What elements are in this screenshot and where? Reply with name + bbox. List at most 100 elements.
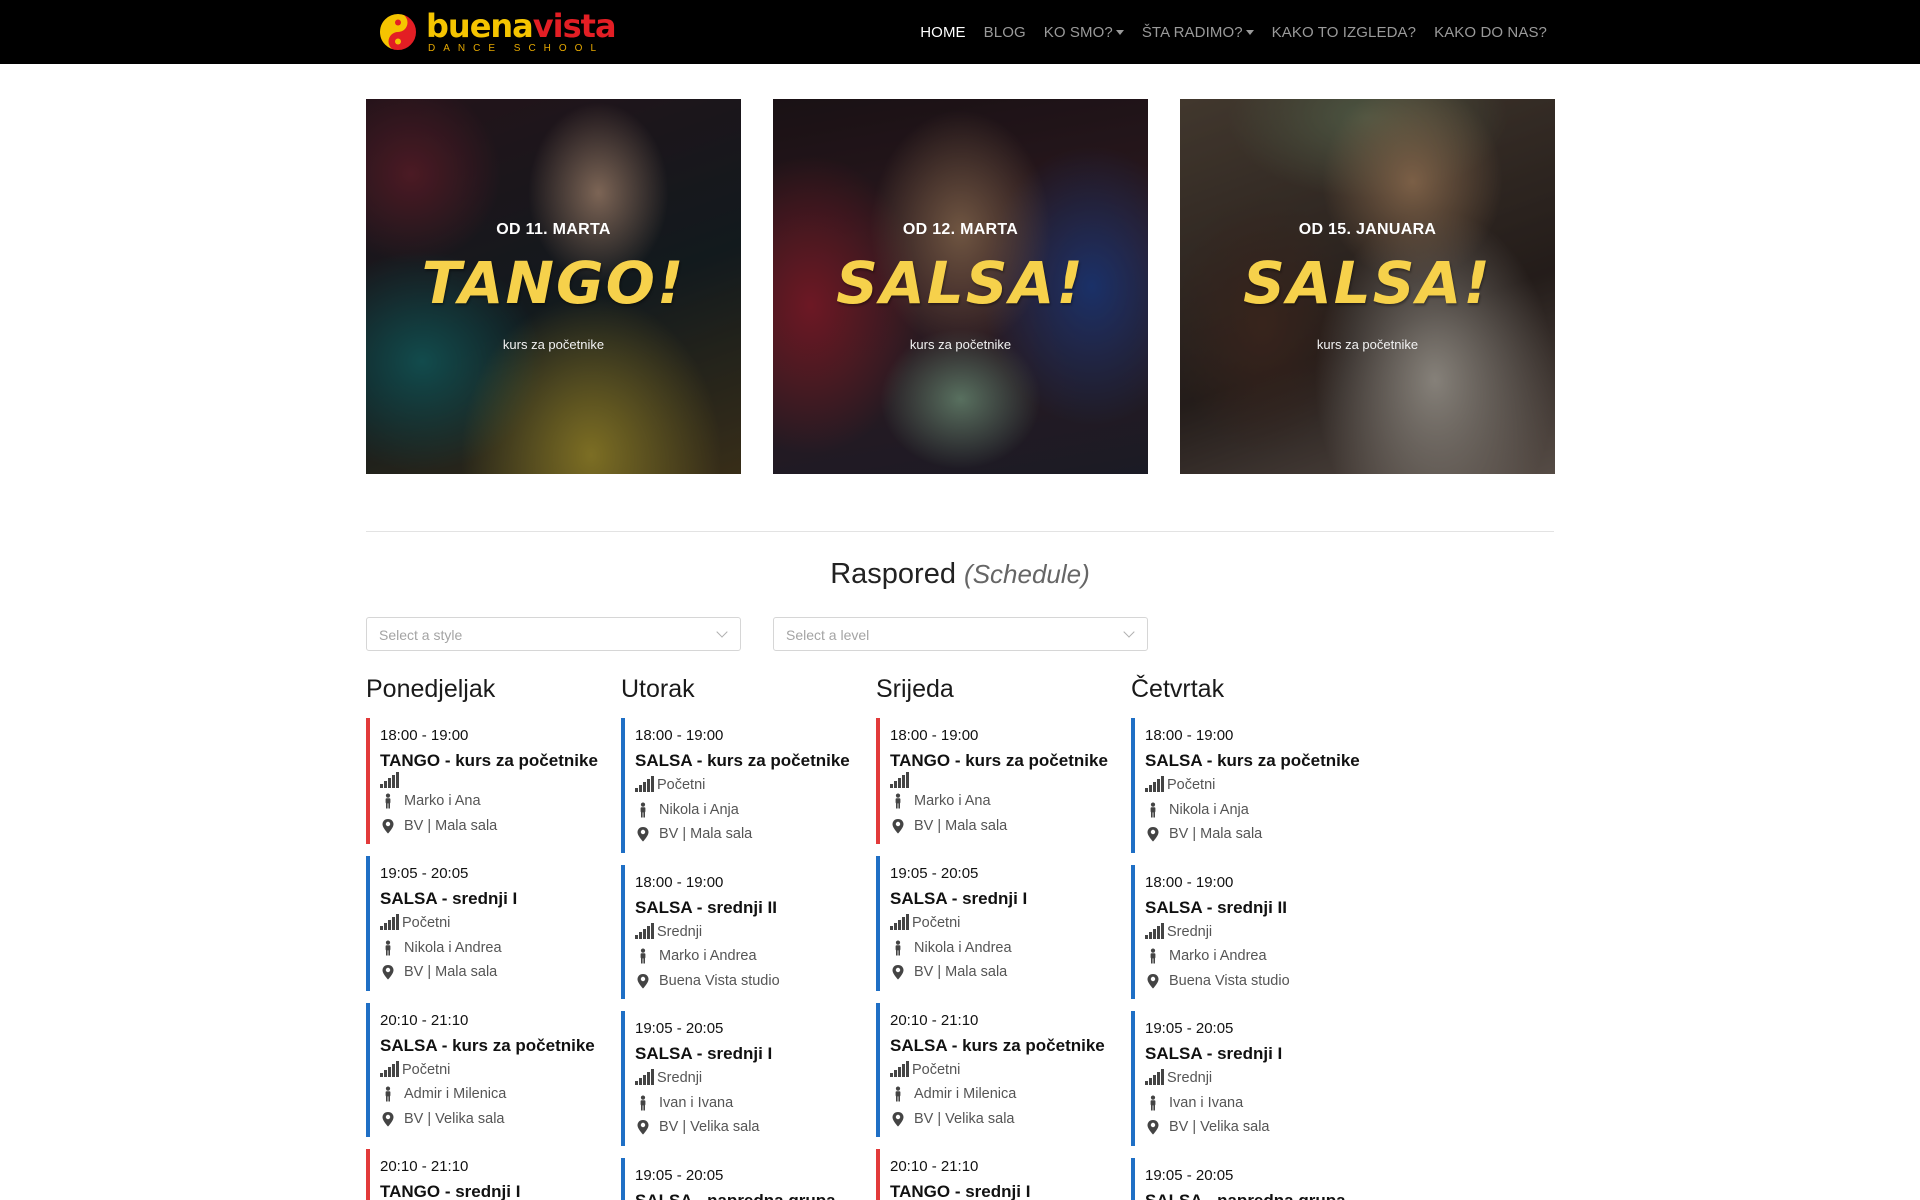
class-name: SALSA - napredna grupa <box>1145 1190 1346 1200</box>
day-column-srijeda: Srijeda 18:00 - 19:00 TANGO - kurs za poče… <box>876 672 1116 1200</box>
class-name: SALSA - kurs za početnike <box>380 1035 595 1055</box>
class-instructors-label: Ivan i Ivana <box>1169 1094 1244 1111</box>
class-level-label: Srednji <box>657 923 703 940</box>
class-card[interactable]: 20:10 - 21:10 TANGO - srednji I <box>876 1149 1116 1200</box>
class-level: Početni <box>380 911 606 936</box>
person-icon <box>380 793 396 809</box>
level-select-placeholder: Select a level <box>786 627 870 643</box>
class-instructors-label: Marko i Andrea <box>659 948 757 964</box>
map-pin-icon <box>635 1119 651 1135</box>
class-instructors-label: Marko i Ana <box>914 793 991 809</box>
style-select[interactable]: Select a style <box>366 617 741 651</box>
chevron-down-icon <box>1123 626 1135 638</box>
class-card[interactable]: 19:05 - 20:05 SALSA - srednji I Početni Nik… <box>366 856 606 991</box>
class-instructors: Nikola i Anja <box>1145 798 1371 823</box>
class-location-label: BV | Mala sala <box>659 826 753 842</box>
class-level: Početni <box>380 1058 606 1083</box>
class-level: Početni <box>1145 773 1371 798</box>
nav-item-kako-to-izgleda[interactable]: KAKO TO IZGLEDA? <box>1272 24 1416 41</box>
class-time: 19:05 - 20:05 <box>1145 1166 1234 1184</box>
person-icon <box>1145 948 1161 964</box>
nav-item-kako-do-nas[interactable]: KAKO DO NAS? <box>1434 24 1547 41</box>
map-pin-icon <box>890 964 906 980</box>
person-icon <box>380 1086 396 1102</box>
day-column-ponedjeljak: Ponedjeljak 18:00 - 19:00 TANGO - kurs za … <box>366 672 606 1200</box>
class-level: Srednji <box>1145 920 1371 945</box>
class-time: 18:00 - 19:00 <box>635 727 724 744</box>
promo-title: TANGO! <box>421 249 686 317</box>
class-card[interactable]: 20:10 - 21:10 TANGO - srednji I <box>366 1149 606 1200</box>
class-instructors: Marko i Ana <box>890 789 1116 814</box>
class-location: BV | Mala sala <box>635 822 861 847</box>
class-card[interactable]: 19:05 - 20:05 SALSA - srednji I Početni Nik… <box>876 856 1116 991</box>
map-pin-icon <box>1145 1119 1161 1135</box>
nav-item-label: HOME <box>920 23 966 41</box>
class-card[interactable]: 19:05 - 20:05 SALSA - napredna grupa <box>1131 1157 1371 1200</box>
class-card[interactable]: 19:05 - 20:05 SALSA - srednji I Srednji Iva… <box>621 1011 861 1146</box>
class-card[interactable]: 18:00 - 19:00 SALSA - srednji II Srednji Ma… <box>1131 864 1371 999</box>
brand-tagline: DANCE SCHOOL <box>428 43 605 54</box>
level-bars-icon <box>635 1069 655 1086</box>
schedule-title-english: (Schedule) <box>964 559 1090 589</box>
map-pin-icon <box>380 1111 396 1127</box>
class-level: Početni <box>890 911 1116 936</box>
class-name: SALSA - kurs za početnike <box>1145 751 1360 770</box>
promo-title: SALSA! <box>1243 249 1492 317</box>
promo-subtitle: kurs za početnike <box>502 337 605 352</box>
class-card[interactable]: 18:00 - 19:00 SALSA - kurs za početnike Po… <box>621 718 861 853</box>
nav-item-blog[interactable]: BLOG <box>984 24 1026 41</box>
class-card[interactable]: 19:05 - 20:05 SALSA - srednji I Srednji Iva… <box>1131 1011 1371 1146</box>
level-bars-icon <box>635 922 655 940</box>
promo-card-tango[interactable]: OD 11. MARTA TANGO! kurs za početnike <box>366 99 741 474</box>
promo-subtitle: kurs za početnike <box>909 337 1012 352</box>
class-instructors-label: Admir i Milenica <box>404 1086 507 1102</box>
promo-card-salsa-march[interactable]: OD 12. MARTA SALSA! kurs za početnike <box>773 99 1148 474</box>
class-card[interactable]: 18:00 - 19:00 SALSA - kurs za početnike Po… <box>1131 718 1371 853</box>
person-icon <box>380 940 396 956</box>
section-divider <box>366 531 1554 532</box>
class-card[interactable]: 18:00 - 19:00 SALSA - srednji II Srednji Ma… <box>621 864 861 999</box>
class-name: TANGO - kurs za početnike <box>890 751 1108 770</box>
class-card[interactable]: 18:00 - 19:00 TANGO - kurs za početnike Ma… <box>366 718 606 844</box>
person-icon <box>1145 1095 1161 1111</box>
day-title: Ponedjeljak <box>366 675 496 703</box>
nav-item-ko-smo[interactable]: KO SMO? <box>1044 24 1124 41</box>
class-instructors-label: Admir i Milenica <box>914 1086 1017 1102</box>
class-level <box>890 772 1116 789</box>
class-location-label: BV | Mala sala <box>914 964 1008 980</box>
class-level: Početni <box>635 773 861 798</box>
class-card[interactable]: 20:10 - 21:10 SALSA - kurs za početnike Po… <box>366 1002 606 1137</box>
level-bars-icon <box>890 1060 910 1078</box>
class-time: 18:00 - 19:00 <box>635 873 724 891</box>
class-time: 19:05 - 20:05 <box>635 1166 724 1184</box>
class-location: BV | Mala sala <box>1145 822 1371 847</box>
class-instructors-label: Nikola i Andrea <box>914 939 1012 956</box>
class-location: BV | Mala sala <box>380 814 606 839</box>
promo-card-salsa-january[interactable]: OD 15. JANUARA SALSA! kurs za početnike <box>1180 99 1555 474</box>
level-bars-icon <box>890 914 910 931</box>
class-time: 19:05 - 20:05 <box>635 1020 724 1037</box>
class-time: 19:05 - 20:05 <box>890 865 979 882</box>
class-location: Buena Vista studio <box>1145 969 1371 994</box>
level-select[interactable]: Select a level <box>773 617 1148 651</box>
class-instructors: Marko i Ana <box>380 789 606 814</box>
nav-item-šta-radimo[interactable]: ŠTA RADIMO? <box>1142 24 1254 41</box>
class-location: BV | Velika sala <box>1145 1115 1371 1140</box>
day-column-cetvrtak: Četvrtak 18:00 - 19:00 SALSA - kurs za poč… <box>1131 672 1371 1200</box>
class-card[interactable]: 19:05 - 20:05 SALSA - napredna grupa <box>621 1157 861 1200</box>
class-level-label: Početni <box>402 915 451 931</box>
class-card[interactable]: 20:10 - 21:10 SALSA - kurs za početnike Po… <box>876 1002 1116 1137</box>
level-bars-icon <box>890 772 910 789</box>
person-icon <box>635 948 651 964</box>
brand-name-part2: vista <box>532 7 617 45</box>
nav-item-home[interactable]: HOME <box>920 24 965 41</box>
class-card[interactable]: 18:00 - 19:00 TANGO - kurs za početnike Ma… <box>876 718 1116 844</box>
chevron-down-icon <box>716 626 728 638</box>
class-instructors: Nikola i Anja <box>635 798 861 823</box>
class-instructors-label: Ivan i Ivana <box>659 1094 734 1111</box>
class-instructors: Admir i Milenica <box>380 1082 606 1107</box>
class-name: SALSA - srednji II <box>635 897 778 917</box>
class-instructors: Ivan i Ivana <box>635 1091 861 1116</box>
class-level-label: Početni <box>912 915 961 931</box>
brand-logo[interactable]: buenavista DANCE SCHOOL <box>376 7 617 56</box>
